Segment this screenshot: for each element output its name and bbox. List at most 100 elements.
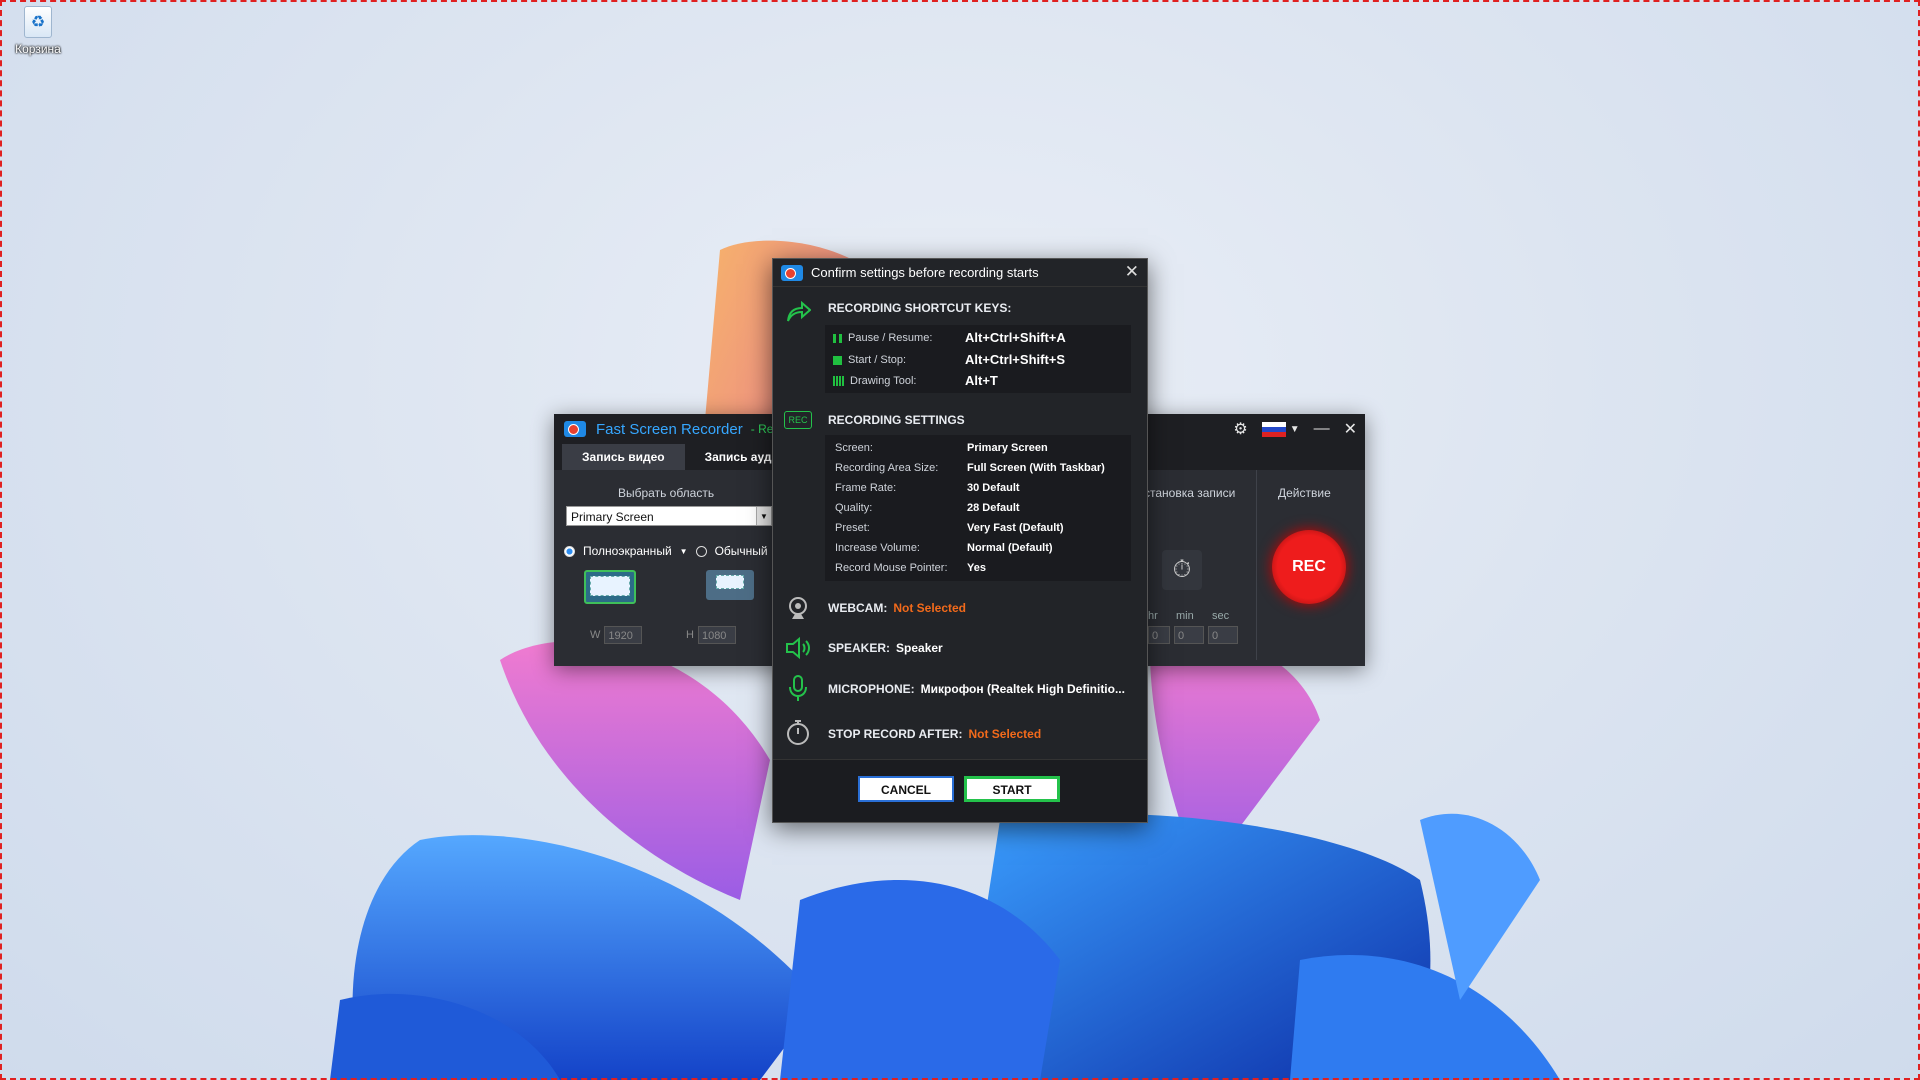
share-arrow-icon xyxy=(783,297,813,327)
dialog-title: Confirm settings before recording starts xyxy=(811,265,1039,280)
shortcut-label: Drawing Tool: xyxy=(850,375,917,387)
height-label: H xyxy=(686,629,694,641)
microphone-value: Микрофон (Realtek High Definitio... xyxy=(920,682,1125,696)
recycle-bin-label: Корзина xyxy=(15,42,61,56)
select-area-label: Выбрать область xyxy=(618,486,715,500)
shortcut-keys: Alt+Ctrl+Shift+A xyxy=(965,330,1066,345)
setting-value: Yes xyxy=(967,562,986,574)
radio-fullscreen[interactable] xyxy=(564,545,575,557)
screen-select-value: Primary Screen xyxy=(571,510,654,524)
rec-button[interactable]: REC xyxy=(1272,530,1346,604)
stop-after-value: Not Selected xyxy=(968,727,1042,741)
rec-settings-icon: REC xyxy=(783,405,813,435)
dialog-titlebar: Confirm settings before recording starts… xyxy=(773,259,1147,287)
setting-value: Very Fast (Default) xyxy=(967,522,1064,534)
settings-box: Screen: Primary Screen Recording Area Si… xyxy=(825,435,1131,581)
webcam-label: WEBCAM: xyxy=(828,601,888,615)
dialog-button-bar: CANCEL START xyxy=(773,759,1147,822)
app-logo-icon xyxy=(781,264,803,281)
start-button[interactable]: START xyxy=(964,776,1060,802)
screen-select[interactable]: Primary Screen ▼ xyxy=(566,506,772,526)
flag-ru-icon xyxy=(1261,421,1286,437)
app-title: Fast Screen Recorder xyxy=(596,420,743,438)
speaker-value: Speaker xyxy=(896,641,943,655)
microphone-row: MICROPHONE: Микрофон (Realtek High Defini… xyxy=(828,682,1125,696)
rec-badge: REC xyxy=(784,411,812,429)
region-area-icon xyxy=(716,575,744,589)
chevron-down-icon: ▼ xyxy=(1289,423,1300,435)
width-field: W 1920 xyxy=(590,626,643,644)
shortcut-label: Start / Stop: xyxy=(848,354,907,366)
screen-area-icon xyxy=(590,576,630,596)
chevron-down-icon: ▼ xyxy=(756,507,771,525)
app-logo-icon xyxy=(564,421,586,437)
stop-icon xyxy=(833,355,842,365)
setting-value: 28 Default xyxy=(967,502,1020,514)
chevron-down-icon[interactable]: ▼ xyxy=(680,547,688,556)
app-subtitle: - Re xyxy=(750,422,774,436)
language-selector[interactable]: ▼ xyxy=(1261,421,1300,437)
setting-label: Recording Area Size: xyxy=(835,462,939,474)
microphone-label: MICROPHONE: xyxy=(828,682,915,696)
setting-label: Screen: xyxy=(835,442,873,454)
setting-value: Normal (Default) xyxy=(967,542,1053,554)
normal-label: Обычный xyxy=(714,544,768,558)
capture-mode-row: Полноэкранный ▼ Обычный xyxy=(564,544,768,558)
height-input[interactable]: 1080 xyxy=(697,626,736,644)
confirm-settings-dialog: Confirm settings before recording starts… xyxy=(772,258,1148,823)
setting-value: 30 Default xyxy=(967,482,1020,494)
shortcut-stop-row: Start / Stop: xyxy=(833,354,906,366)
pause-icon xyxy=(833,333,842,343)
shortcut-label: Pause / Resume: xyxy=(848,332,933,344)
setting-label: Increase Volume: xyxy=(835,542,920,554)
shortcut-draw-row: Drawing Tool: xyxy=(833,375,916,387)
minimize-icon[interactable]: — xyxy=(1314,420,1330,438)
radio-normal[interactable] xyxy=(695,545,707,557)
webcam-value: Not Selected xyxy=(893,601,967,615)
action-label: Действие xyxy=(1278,486,1331,500)
divider xyxy=(1256,470,1257,660)
shortcut-box: Pause / Resume: Alt+Ctrl+Shift+A Start /… xyxy=(825,325,1131,393)
region-area-button[interactable] xyxy=(706,570,754,600)
setting-value: Full Screen (With Taskbar) xyxy=(967,462,1105,474)
min-label: min xyxy=(1176,610,1194,622)
close-icon[interactable]: ✕ xyxy=(1125,262,1139,282)
stopwatch-icon xyxy=(783,717,813,747)
gear-icon[interactable]: ⚙ xyxy=(1233,419,1247,439)
shortcut-keys: Alt+Ctrl+Shift+S xyxy=(965,352,1066,367)
stop-after-row: STOP RECORD AFTER: Not Selected xyxy=(828,727,1041,741)
setting-label: Frame Rate: xyxy=(835,482,897,494)
tab-video[interactable]: Запись видео xyxy=(562,444,685,470)
hr-input[interactable]: 0 xyxy=(1148,626,1170,644)
sec-label: sec xyxy=(1212,610,1230,622)
setting-label: Record Mouse Pointer: xyxy=(835,562,948,574)
recycle-bin-desktop-icon[interactable]: ♻ Корзина xyxy=(12,6,64,56)
setting-label: Quality: xyxy=(835,502,873,514)
stop-record-label: становка записи xyxy=(1144,486,1236,500)
setting-label: Preset: xyxy=(835,522,870,534)
stop-after-label: STOP RECORD AFTER: xyxy=(828,727,963,741)
setting-value: Primary Screen xyxy=(967,442,1048,454)
microphone-icon xyxy=(783,673,813,703)
settings-heading: RECORDING SETTINGS xyxy=(828,413,965,427)
recycle-bin-icon: ♻ xyxy=(24,6,52,38)
cancel-button[interactable]: CANCEL xyxy=(858,776,954,802)
shortcut-pause-row: Pause / Resume: xyxy=(833,332,932,344)
width-label: W xyxy=(590,629,601,641)
close-icon[interactable]: ✕ xyxy=(1344,419,1357,439)
fullscreen-area-button[interactable] xyxy=(584,570,636,604)
webcam-icon xyxy=(783,593,813,623)
speaker-icon xyxy=(783,633,813,663)
sec-input[interactable]: 0 xyxy=(1208,626,1238,644)
min-input[interactable]: 0 xyxy=(1174,626,1204,644)
speaker-label: SPEAKER: xyxy=(828,641,891,655)
drawing-tool-icon xyxy=(833,376,844,386)
width-input[interactable]: 1920 xyxy=(604,626,643,644)
webcam-row: WEBCAM: Not Selected xyxy=(828,601,966,615)
shortcut-heading: RECORDING SHORTCUT KEYS: xyxy=(828,301,1012,315)
timer-inputs: 0 0 0 xyxy=(1148,626,1238,644)
stopwatch-icon[interactable]: ⏱ xyxy=(1162,550,1202,590)
shortcut-keys: Alt+T xyxy=(965,373,998,388)
fullscreen-label: Полноэкранный xyxy=(583,544,672,558)
height-field: H 1080 xyxy=(686,626,736,644)
